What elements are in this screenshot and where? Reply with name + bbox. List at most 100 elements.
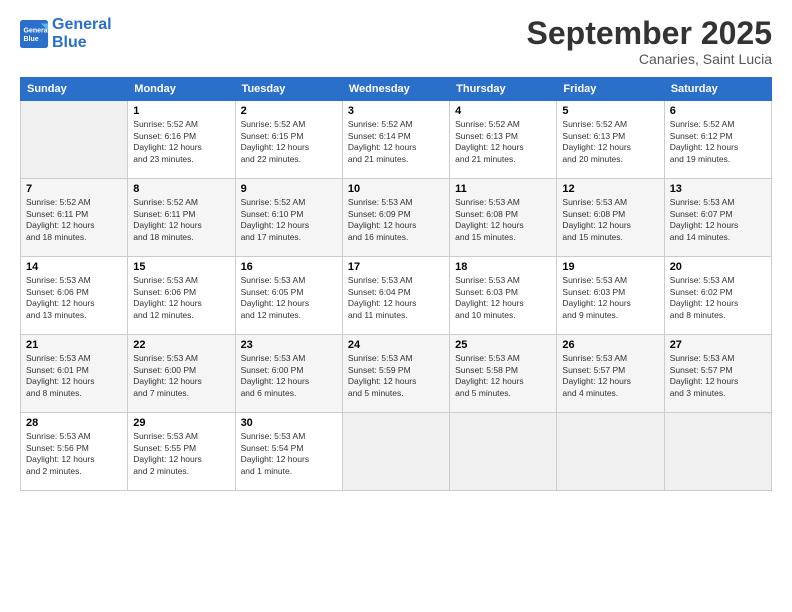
calendar-cell: 30Sunrise: 5:53 AM Sunset: 5:54 PM Dayli… [235, 413, 342, 491]
day-header-sunday: Sunday [21, 78, 128, 101]
calendar-cell: 15 Sunrise: 5:53 AM Sunset: 6:06 PM Dayli… [128, 257, 235, 335]
day-number: 14 [26, 261, 122, 273]
day-number: 23 [241, 339, 337, 351]
day-info: Sunrise: 5:53 AM Sunset: 6:06 PM Dayligh… [133, 275, 229, 321]
calendar-cell [21, 101, 128, 179]
day-number: 17 [348, 261, 444, 273]
calendar-week-4: 21Sunrise: 5:53 AM Sunset: 6:01 PM Dayli… [21, 335, 772, 413]
logo-text: General [52, 16, 112, 34]
day-number: 1 [133, 105, 229, 117]
calendar-cell: 26 Sunrise: 5:53 AM Sunset: 5:57 PM Dayli… [557, 335, 664, 413]
calendar-cell: 6 Sunrise: 5:52 AM Sunset: 6:12 PM Daylig… [664, 101, 771, 179]
day-number: 21 [26, 339, 122, 351]
day-info: Sunrise: 5:53 AM Sunset: 6:09 PM Dayligh… [348, 197, 444, 243]
calendar-cell: 11Sunrise: 5:53 AM Sunset: 6:08 PM Dayli… [450, 179, 557, 257]
day-header-saturday: Saturday [664, 78, 771, 101]
day-info: Sunrise: 5:53 AM Sunset: 6:05 PM Dayligh… [241, 275, 337, 321]
day-number: 12 [562, 183, 658, 195]
day-number: 9 [241, 183, 337, 195]
day-number: 7 [26, 183, 122, 195]
day-number: 6 [670, 105, 766, 117]
day-info: Sunrise: 5:52 AM Sunset: 6:11 PM Dayligh… [133, 197, 229, 243]
day-info: Sunrise: 5:53 AM Sunset: 6:04 PM Dayligh… [348, 275, 444, 321]
calendar-week-3: 14 Sunrise: 5:53 AM Sunset: 6:06 PM Dayli… [21, 257, 772, 335]
svg-text:Blue: Blue [24, 36, 39, 43]
day-info: Sunrise: 5:53 AM Sunset: 5:57 PM Dayligh… [562, 353, 658, 399]
day-number: 28 [26, 417, 122, 429]
location-subtitle: Canaries, Saint Lucia [527, 51, 772, 67]
calendar-cell: 27 Sunrise: 5:53 AM Sunset: 5:57 PM Dayli… [664, 335, 771, 413]
calendar-cell [557, 413, 664, 491]
day-number: 5 [562, 105, 658, 117]
day-number: 27 [670, 339, 766, 351]
day-number: 8 [133, 183, 229, 195]
day-info: Sunrise: 5:52 AM Sunset: 6:10 PM Dayligh… [241, 197, 337, 243]
day-info: Sunrise: 5:53 AM Sunset: 6:03 PM Dayligh… [562, 275, 658, 321]
calendar-header-row: SundayMondayTuesdayWednesdayThursdayFrid… [21, 78, 772, 101]
calendar-table: SundayMondayTuesdayWednesdayThursdayFrid… [20, 77, 772, 491]
calendar-cell: 9 Sunrise: 5:52 AM Sunset: 6:10 PM Daylig… [235, 179, 342, 257]
day-info: Sunrise: 5:52 AM Sunset: 6:11 PM Dayligh… [26, 197, 122, 243]
calendar-cell: 29 Sunrise: 5:53 AM Sunset: 5:55 PM Dayli… [128, 413, 235, 491]
calendar-cell: 10 Sunrise: 5:53 AM Sunset: 6:09 PM Dayli… [342, 179, 449, 257]
calendar-cell: 17 Sunrise: 5:53 AM Sunset: 6:04 PM Dayli… [342, 257, 449, 335]
calendar-cell [664, 413, 771, 491]
day-info: Sunrise: 5:53 AM Sunset: 6:02 PM Dayligh… [670, 275, 766, 321]
day-info: Sunrise: 5:53 AM Sunset: 6:00 PM Dayligh… [241, 353, 337, 399]
calendar-cell [342, 413, 449, 491]
day-header-tuesday: Tuesday [235, 78, 342, 101]
logo-text2: Blue [52, 34, 112, 52]
day-number: 4 [455, 105, 551, 117]
calendar-cell: 28Sunrise: 5:53 AM Sunset: 5:56 PM Dayli… [21, 413, 128, 491]
calendar-cell: 7 Sunrise: 5:52 AM Sunset: 6:11 PM Daylig… [21, 179, 128, 257]
day-number: 15 [133, 261, 229, 273]
calendar-cell: 19Sunrise: 5:53 AM Sunset: 6:03 PM Dayli… [557, 257, 664, 335]
calendar-cell: 3Sunrise: 5:52 AM Sunset: 6:14 PM Daylig… [342, 101, 449, 179]
day-number: 18 [455, 261, 551, 273]
day-header-monday: Monday [128, 78, 235, 101]
day-number: 24 [348, 339, 444, 351]
day-info: Sunrise: 5:53 AM Sunset: 6:07 PM Dayligh… [670, 197, 766, 243]
day-info: Sunrise: 5:53 AM Sunset: 5:55 PM Dayligh… [133, 431, 229, 477]
day-info: Sunrise: 5:53 AM Sunset: 6:03 PM Dayligh… [455, 275, 551, 321]
day-header-friday: Friday [557, 78, 664, 101]
calendar-cell: 22 Sunrise: 5:53 AM Sunset: 6:00 PM Dayli… [128, 335, 235, 413]
calendar-cell: 18 Sunrise: 5:53 AM Sunset: 6:03 PM Dayli… [450, 257, 557, 335]
day-info: Sunrise: 5:52 AM Sunset: 6:12 PM Dayligh… [670, 119, 766, 165]
day-info: Sunrise: 5:53 AM Sunset: 6:08 PM Dayligh… [455, 197, 551, 243]
title-block: September 2025 Canaries, Saint Lucia [527, 16, 772, 67]
day-number: 25 [455, 339, 551, 351]
day-info: Sunrise: 5:52 AM Sunset: 6:14 PM Dayligh… [348, 119, 444, 165]
calendar-body: 1 Sunrise: 5:52 AM Sunset: 6:16 PM Daylig… [21, 101, 772, 491]
calendar-cell: 1 Sunrise: 5:52 AM Sunset: 6:16 PM Daylig… [128, 101, 235, 179]
day-info: Sunrise: 5:53 AM Sunset: 5:57 PM Dayligh… [670, 353, 766, 399]
calendar-cell: 23 Sunrise: 5:53 AM Sunset: 6:00 PM Dayli… [235, 335, 342, 413]
day-number: 10 [348, 183, 444, 195]
calendar-week-2: 7 Sunrise: 5:52 AM Sunset: 6:11 PM Daylig… [21, 179, 772, 257]
month-title: September 2025 [527, 16, 772, 51]
day-info: Sunrise: 5:52 AM Sunset: 6:16 PM Dayligh… [133, 119, 229, 165]
day-number: 22 [133, 339, 229, 351]
day-header-wednesday: Wednesday [342, 78, 449, 101]
day-info: Sunrise: 5:52 AM Sunset: 6:13 PM Dayligh… [562, 119, 658, 165]
calendar-cell [450, 413, 557, 491]
day-number: 26 [562, 339, 658, 351]
calendar-cell: 13 Sunrise: 5:53 AM Sunset: 6:07 PM Dayli… [664, 179, 771, 257]
calendar-cell: 25 Sunrise: 5:53 AM Sunset: 5:58 PM Dayli… [450, 335, 557, 413]
day-header-thursday: Thursday [450, 78, 557, 101]
day-info: Sunrise: 5:53 AM Sunset: 5:59 PM Dayligh… [348, 353, 444, 399]
calendar-cell: 24 Sunrise: 5:53 AM Sunset: 5:59 PM Dayli… [342, 335, 449, 413]
calendar-cell: 21Sunrise: 5:53 AM Sunset: 6:01 PM Dayli… [21, 335, 128, 413]
day-number: 30 [241, 417, 337, 429]
calendar-week-1: 1 Sunrise: 5:52 AM Sunset: 6:16 PM Daylig… [21, 101, 772, 179]
day-number: 13 [670, 183, 766, 195]
day-info: Sunrise: 5:53 AM Sunset: 6:00 PM Dayligh… [133, 353, 229, 399]
calendar-cell: 5 Sunrise: 5:52 AM Sunset: 6:13 PM Daylig… [557, 101, 664, 179]
calendar-cell: 8 Sunrise: 5:52 AM Sunset: 6:11 PM Daylig… [128, 179, 235, 257]
day-info: Sunrise: 5:53 AM Sunset: 6:08 PM Dayligh… [562, 197, 658, 243]
day-number: 29 [133, 417, 229, 429]
calendar-cell: 16Sunrise: 5:53 AM Sunset: 6:05 PM Dayli… [235, 257, 342, 335]
day-info: Sunrise: 5:53 AM Sunset: 5:58 PM Dayligh… [455, 353, 551, 399]
calendar-week-5: 28Sunrise: 5:53 AM Sunset: 5:56 PM Dayli… [21, 413, 772, 491]
calendar-cell: 2Sunrise: 5:52 AM Sunset: 6:15 PM Daylig… [235, 101, 342, 179]
